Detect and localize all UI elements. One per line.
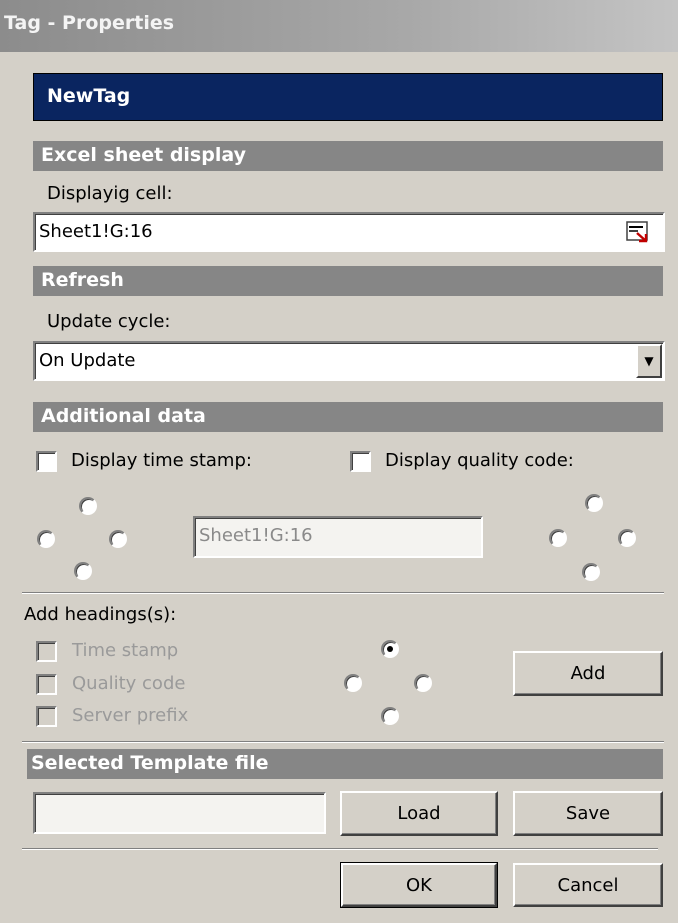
heading-position-bottom-radio[interactable] <box>381 707 399 725</box>
heading-position-right-radio[interactable] <box>414 674 432 692</box>
load-button[interactable]: Load <box>340 791 498 836</box>
display-timestamp-checkbox[interactable] <box>36 451 57 472</box>
heading-quality-label: Quality code <box>72 673 186 694</box>
heading-position-top-radio[interactable] <box>381 640 399 658</box>
heading-server-checkbox[interactable] <box>36 706 57 727</box>
window-title: Tag - Properties <box>0 0 678 52</box>
heading-timestamp-checkbox[interactable] <box>36 641 57 662</box>
ok-button[interactable]: OK <box>340 862 498 908</box>
cancel-button[interactable]: Cancel <box>513 863 663 907</box>
preview-cell-value: Sheet1!G:16 <box>199 525 313 546</box>
quality-position-top-radio[interactable] <box>585 494 603 512</box>
cell-picker-icon[interactable] <box>626 221 650 243</box>
display-timestamp-label: Display time stamp: <box>71 450 252 471</box>
timestamp-position-left-radio[interactable] <box>37 530 55 548</box>
section-excel-sheet-display: Excel sheet display <box>33 141 663 171</box>
displaying-cell-value: Sheet1!G:16 <box>39 221 153 242</box>
display-quality-checkbox[interactable] <box>350 451 371 472</box>
update-cycle-value: On Update <box>39 350 136 371</box>
template-file-input <box>33 792 326 834</box>
timestamp-position-top-radio[interactable] <box>79 497 97 515</box>
update-cycle-label: Update cycle: <box>47 311 171 332</box>
quality-position-left-radio[interactable] <box>549 529 567 547</box>
heading-timestamp-label: Time stamp <box>72 640 179 661</box>
heading-position-left-radio[interactable] <box>344 674 362 692</box>
section-refresh: Refresh <box>33 266 663 296</box>
add-heading-button[interactable]: Add <box>513 651 663 696</box>
timestamp-position-right-radio[interactable] <box>109 530 127 548</box>
heading-quality-checkbox[interactable] <box>36 674 57 695</box>
update-cycle-select[interactable]: On Update <box>33 341 665 381</box>
tag-name-banner: NewTag <box>33 73 663 121</box>
update-cycle-dropdown-button[interactable]: ▼ <box>636 344 662 378</box>
preview-cell-input: Sheet1!G:16 <box>193 516 483 558</box>
timestamp-position-bottom-radio[interactable] <box>74 562 92 580</box>
divider <box>22 848 658 850</box>
divider <box>22 592 664 594</box>
save-button[interactable]: Save <box>513 791 663 836</box>
add-headings-label: Add headings(s): <box>24 604 177 625</box>
displaying-cell-input[interactable]: Sheet1!G:16 <box>33 212 665 252</box>
displaying-cell-label: Displayig cell: <box>47 183 173 204</box>
divider <box>22 741 664 743</box>
quality-position-bottom-radio[interactable] <box>582 563 600 581</box>
quality-position-right-radio[interactable] <box>618 529 636 547</box>
display-quality-label: Display quality code: <box>385 450 574 471</box>
chevron-down-icon: ▼ <box>644 354 654 368</box>
section-selected-template-file: Selected Template file <box>27 749 663 779</box>
heading-server-label: Server prefix <box>72 705 189 726</box>
section-additional-data: Additional data <box>33 402 663 432</box>
